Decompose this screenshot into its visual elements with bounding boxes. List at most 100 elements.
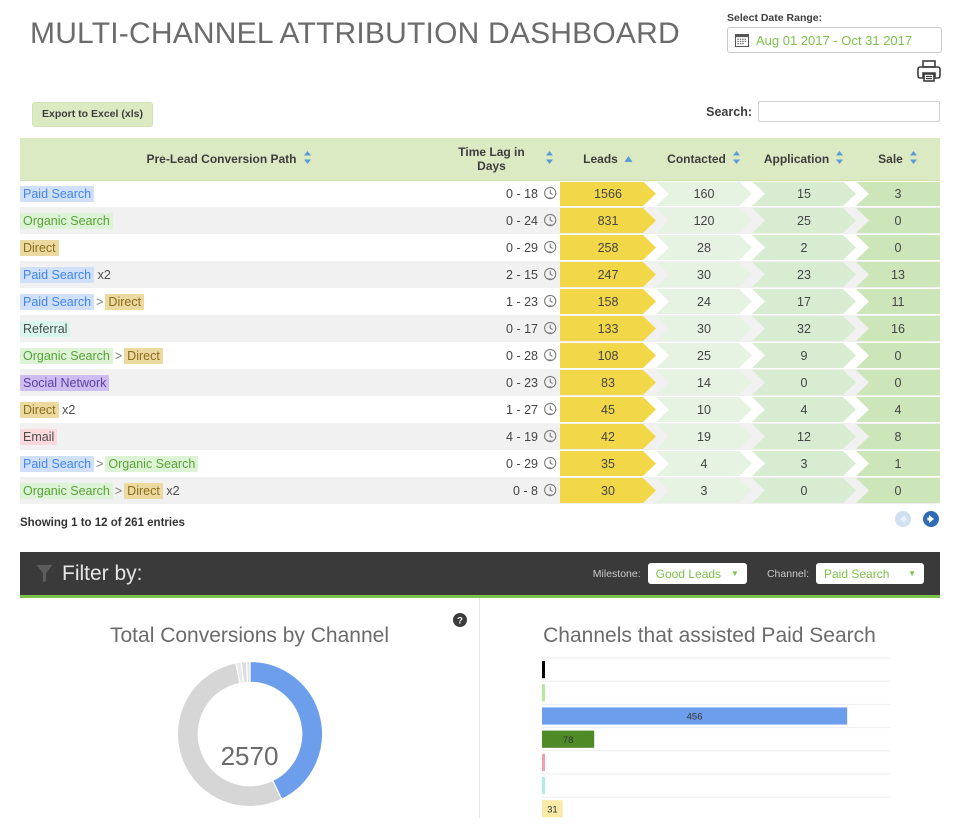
channel-tag[interactable]: Organic Search xyxy=(105,455,199,472)
previous-page-button[interactable] xyxy=(894,510,912,528)
column-header-time-lag[interactable]: Time Lag in Days xyxy=(438,138,560,181)
sale-value: 1 xyxy=(856,451,940,476)
cell-contacted: 3 xyxy=(656,477,752,504)
table-row[interactable]: Paid Search > Organic Search 0 - 29 35 4 3 1 xyxy=(20,450,940,477)
next-page-button[interactable] xyxy=(922,510,940,528)
channel-tag[interactable]: Organic Search xyxy=(20,347,113,364)
channel-tag[interactable]: Paid Search xyxy=(20,293,95,310)
channel-select[interactable]: Paid Search ▼ xyxy=(816,563,924,584)
cell-contacted: 19 xyxy=(656,423,752,450)
contacted-value: 28 xyxy=(656,235,752,260)
column-header-application[interactable]: Application xyxy=(752,138,856,181)
donut-slice[interactable] xyxy=(245,660,251,684)
channel-tag[interactable]: Direct xyxy=(124,347,163,364)
cell-time-lag: 0 - 29 xyxy=(438,450,560,477)
leads-value: 42 xyxy=(560,424,656,449)
cell-application: 12 xyxy=(752,423,856,450)
filter-bar-left: Filter by: xyxy=(36,562,143,586)
table-row[interactable]: Direct x2 1 - 27 45 10 4 4 xyxy=(20,396,940,423)
path-separator: > xyxy=(114,483,123,498)
date-range-picker[interactable]: Select Date Range: Aug 01 2017 - Oct 31 … xyxy=(727,12,942,53)
channel-tag[interactable]: Direct xyxy=(105,293,145,310)
milestone-filter-group: Milestone: Good Leads ▼ xyxy=(593,563,747,584)
table-info: Showing 1 to 12 of 261 entries xyxy=(20,517,185,529)
cell-leads: 42 xyxy=(560,423,656,450)
sale-value: 16 xyxy=(856,316,940,341)
table-row[interactable]: Paid Search > Direct 1 - 23 158 24 17 11 xyxy=(20,288,940,315)
cell-path: Organic Search xyxy=(20,207,438,234)
path-multiplier: x2 xyxy=(97,267,111,282)
cell-contacted: 10 xyxy=(656,396,752,423)
search-input[interactable] xyxy=(758,101,940,122)
application-value: 0 xyxy=(752,478,856,503)
channel-tag[interactable]: Social Network xyxy=(20,374,110,391)
leads-value: 247 xyxy=(560,262,656,287)
svg-text:?: ? xyxy=(457,615,463,626)
table-row[interactable]: Paid Search 0 - 18 1566 160 15 3 xyxy=(20,180,940,207)
cell-path: Social Network xyxy=(20,369,438,396)
milestone-select[interactable]: Good Leads ▼ xyxy=(647,563,747,584)
cell-time-lag: 1 - 23 xyxy=(438,288,560,315)
channel-tag[interactable]: Paid Search xyxy=(20,266,95,283)
path-multiplier: x2 xyxy=(62,402,76,417)
sale-value: 0 xyxy=(856,235,940,260)
cell-leads: 1566 xyxy=(560,180,656,207)
channel-label: Channel: xyxy=(766,567,809,580)
channel-tag[interactable]: Direct xyxy=(124,482,163,499)
table-row[interactable]: Paid Search x2 2 - 15 247 30 23 13 xyxy=(20,261,940,288)
cell-time-lag: 0 - 17 xyxy=(438,315,560,342)
channel-tag[interactable]: Direct xyxy=(20,239,59,256)
cell-leads: 83 xyxy=(560,369,656,396)
clock-icon xyxy=(544,456,557,470)
column-header-path[interactable]: Pre-Lead Conversion Path xyxy=(20,138,438,181)
bar[interactable] xyxy=(542,753,545,771)
table-row[interactable]: Organic Search 0 - 24 831 120 25 0 xyxy=(20,207,940,234)
table-row[interactable]: Direct 0 - 29 258 28 2 0 xyxy=(20,234,940,261)
date-range-box[interactable]: Aug 01 2017 - Oct 31 2017 xyxy=(727,27,942,53)
table-row[interactable]: Referral 0 - 17 133 30 32 16 xyxy=(20,315,940,342)
horizontal-bar-chart: 456 78 31 xyxy=(480,656,939,823)
cell-contacted: 14 xyxy=(656,369,752,396)
application-value: 3 xyxy=(752,451,856,476)
channel-tag[interactable]: Email xyxy=(20,428,58,445)
contacted-value: 10 xyxy=(656,397,752,422)
channel-tag[interactable]: Referral xyxy=(20,320,71,337)
channel-tag[interactable]: Organic Search xyxy=(20,212,113,229)
cell-time-lag: 0 - 28 xyxy=(438,342,560,369)
table-row[interactable]: Email 4 - 19 42 19 12 8 xyxy=(20,423,940,450)
table-toolbar: Export to Excel (xls) Search: xyxy=(0,100,960,138)
donut-center-label: 2570 xyxy=(220,741,279,771)
bar[interactable] xyxy=(542,661,545,679)
table-row[interactable]: Organic Search > Direct 0 - 28 108 25 9 0 xyxy=(20,342,940,369)
printer-icon[interactable] xyxy=(916,58,942,84)
donut-slice[interactable] xyxy=(248,660,323,801)
bar[interactable] xyxy=(542,684,545,702)
cell-time-lag: 0 - 18 xyxy=(438,180,560,207)
cell-path: Paid Search x2 xyxy=(20,261,438,288)
channel-tag[interactable]: Paid Search xyxy=(20,455,95,472)
channel-tag[interactable]: Paid Search xyxy=(20,185,95,202)
column-header-contacted[interactable]: Contacted xyxy=(656,138,752,181)
clock-icon xyxy=(544,402,557,416)
export-to-excel-button[interactable]: Export to Excel (xls) xyxy=(32,102,153,127)
cell-sale: 13 xyxy=(856,261,940,288)
clock-icon xyxy=(544,294,557,308)
cell-application: 2 xyxy=(752,234,856,261)
column-header-sale[interactable]: Sale xyxy=(856,138,940,181)
donut-chart xyxy=(20,648,479,814)
table-row[interactable]: Social Network 0 - 23 83 14 0 0 xyxy=(20,369,940,396)
cell-application: 23 xyxy=(752,261,856,288)
help-circle-icon[interactable]: ? xyxy=(453,613,467,627)
channel-tag[interactable]: Direct xyxy=(20,401,59,418)
column-header-leads[interactable]: Leads xyxy=(560,138,656,181)
column-header-leads-label: Leads xyxy=(583,151,618,166)
clock-icon xyxy=(544,187,557,200)
cell-sale: 0 xyxy=(856,342,940,369)
bar[interactable] xyxy=(542,777,545,795)
leads-value: 133 xyxy=(560,316,656,341)
table-row[interactable]: Organic Search > Direct x2 0 - 8 30 3 0 0 xyxy=(20,477,940,504)
path-separator: > xyxy=(96,294,104,309)
cell-sale: 0 xyxy=(856,369,940,396)
channel-tag[interactable]: Organic Search xyxy=(20,482,113,499)
cell-time-lag: 0 - 8 xyxy=(438,477,560,504)
